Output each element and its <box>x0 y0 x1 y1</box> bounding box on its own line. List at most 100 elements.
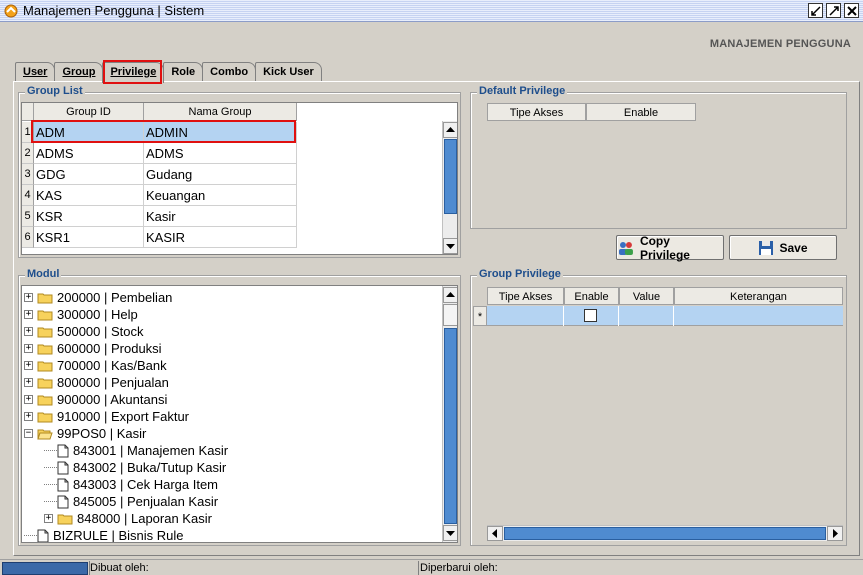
cell-nama-group[interactable]: ADMS <box>144 143 297 164</box>
tree-item[interactable]: 843002 | Buka/Tutup Kasir <box>44 459 226 476</box>
column-header-keterangan[interactable]: Keterangan <box>674 287 843 305</box>
tree-item[interactable]: 845005 | Penjualan Kasir <box>44 493 218 510</box>
row-number: 3 <box>22 164 34 185</box>
tree-item[interactable]: +848000 | Laporan Kasir <box>44 510 212 527</box>
window-title: Manajemen Pengguna | Sistem <box>23 3 205 18</box>
group-privilege-hscrollbar[interactable] <box>487 525 843 541</box>
row-number: 5 <box>22 206 34 227</box>
cell-nama-group[interactable]: Keuangan <box>144 185 297 206</box>
scroll-right-button[interactable] <box>827 526 843 541</box>
tree-item-label: 900000 | Akuntansi <box>57 392 168 407</box>
file-icon <box>57 478 69 492</box>
status-bar: Dibuat oleh: Diperbarui oleh: <box>0 559 863 575</box>
column-header-tipe-akses[interactable]: Tipe Akses <box>487 103 586 121</box>
folder-icon <box>37 309 53 321</box>
folder-icon <box>37 326 53 338</box>
users-copy-icon <box>618 241 633 255</box>
modul-tree-scrollbar[interactable] <box>442 286 457 542</box>
tree-item[interactable]: +300000 | Help <box>24 306 138 323</box>
expand-icon[interactable]: + <box>24 344 33 353</box>
expand-icon[interactable]: + <box>24 293 33 302</box>
tree-item-label: 843001 | Manajemen Kasir <box>73 443 229 458</box>
new-row-marker: * <box>473 306 487 326</box>
expand-icon[interactable]: + <box>24 361 33 370</box>
scroll-up-button[interactable] <box>443 287 457 303</box>
cell-nama-group[interactable]: Gudang <box>144 164 297 185</box>
column-header-enable[interactable]: Enable <box>564 287 619 305</box>
folder-icon <box>37 377 53 389</box>
scroll-thumb[interactable] <box>444 328 457 524</box>
tree-item[interactable]: +500000 | Stock <box>24 323 144 340</box>
created-by-label: Dibuat oleh: <box>90 562 149 574</box>
expand-icon[interactable]: + <box>44 514 53 523</box>
expand-icon[interactable]: + <box>24 378 33 387</box>
column-header-enable[interactable]: Enable <box>586 103 696 121</box>
cell-group-id[interactable]: ADM <box>34 122 144 143</box>
folder-icon <box>57 513 73 525</box>
title-bar: Manajemen Pengguna | Sistem <box>0 0 863 22</box>
tab-combo[interactable]: Combo <box>202 62 257 82</box>
expand-icon[interactable]: + <box>24 310 33 319</box>
hscroll-thumb[interactable] <box>504 527 826 540</box>
tree-item-label: 99POS0 | Kasir <box>57 426 147 441</box>
page-title: MANAJEMEN PENGGUNA <box>709 38 851 50</box>
cell-nama-group[interactable]: ADMIN <box>144 122 297 143</box>
tree-item[interactable]: 843001 | Manajemen Kasir <box>44 442 228 459</box>
tree-item[interactable]: +700000 | Kas/Bank <box>24 357 167 374</box>
group-list-scrollbar[interactable] <box>442 121 457 254</box>
scroll-up-button[interactable] <box>443 122 457 138</box>
save-button[interactable]: Save <box>729 235 837 260</box>
tree-item[interactable]: +900000 | Akuntansi <box>24 391 167 408</box>
file-icon <box>57 461 69 475</box>
tab-user[interactable]: User <box>15 62 56 82</box>
scroll-down-button[interactable] <box>443 238 457 254</box>
tab-role[interactable]: Role <box>163 62 204 82</box>
scroll-down-button[interactable] <box>443 525 457 541</box>
maximize-window-button[interactable] <box>826 3 841 18</box>
tree-item[interactable]: +910000 | Export Faktur <box>24 408 189 425</box>
tree-item-label: BIZRULE | Bisnis Rule <box>53 528 184 543</box>
cell-group-id[interactable]: KSR1 <box>34 227 144 248</box>
tree-item-label: 843002 | Buka/Tutup Kasir <box>73 460 227 475</box>
column-header-tipe-akses[interactable]: Tipe Akses <box>487 287 564 305</box>
column-header-group-id[interactable]: Group ID <box>34 103 144 121</box>
tree-item-label: 700000 | Kas/Bank <box>57 358 167 373</box>
enable-checkbox[interactable] <box>584 309 597 322</box>
close-window-button[interactable] <box>844 3 859 18</box>
scroll-thumb[interactable] <box>444 139 457 214</box>
cell-group-id[interactable]: GDG <box>34 164 144 185</box>
tree-item[interactable]: +200000 | Pembelian <box>24 289 172 306</box>
collapse-icon[interactable]: − <box>24 429 33 438</box>
expand-icon[interactable]: + <box>24 327 33 336</box>
tree-item[interactable]: − 99POS0 | Kasir <box>24 425 146 442</box>
row-number: 1 <box>22 122 34 143</box>
cell-group-id[interactable]: ADMS <box>34 143 144 164</box>
tree-item[interactable]: 843003 | Cek Harga Item <box>44 476 218 493</box>
expand-icon <box>829 6 839 16</box>
cell-group-id[interactable]: KAS <box>34 185 144 206</box>
cell-nama-group[interactable]: Kasir <box>144 206 297 227</box>
floppy-disk-icon <box>759 240 774 255</box>
tab-group[interactable]: Group <box>54 62 104 82</box>
column-header-value[interactable]: Value <box>619 287 674 305</box>
folder-icon <box>37 411 53 423</box>
default-privilege-table: Tipe Akses Enable <box>487 103 696 123</box>
cell-group-id[interactable]: KSR <box>34 206 144 227</box>
row-marker-header <box>473 287 487 305</box>
tab-privilege[interactable]: Privilege <box>102 62 165 83</box>
copy-privilege-button[interactable]: Copy Privilege <box>616 234 724 262</box>
tree-item[interactable]: BIZRULE | Bisnis Rule <box>24 527 184 543</box>
cell-nama-group[interactable]: KASIR <box>144 227 297 248</box>
scroll-page-button[interactable] <box>443 304 457 326</box>
tree-item[interactable]: +800000 | Penjualan <box>24 374 169 391</box>
new-row[interactable] <box>487 306 843 326</box>
scroll-left-button[interactable] <box>487 526 503 541</box>
tab-kick-user[interactable]: Kick User <box>255 62 322 82</box>
minimize-window-button[interactable] <box>808 3 823 18</box>
column-header-nama-group[interactable]: Nama Group <box>144 103 297 121</box>
expand-icon[interactable]: + <box>24 412 33 421</box>
expand-icon[interactable]: + <box>24 395 33 404</box>
tree-item[interactable]: +600000 | Produksi <box>24 340 162 357</box>
tree-item-label: 843003 | Cek Harga Item <box>73 477 219 492</box>
group-privilege-title: Group Privilege <box>477 268 563 280</box>
